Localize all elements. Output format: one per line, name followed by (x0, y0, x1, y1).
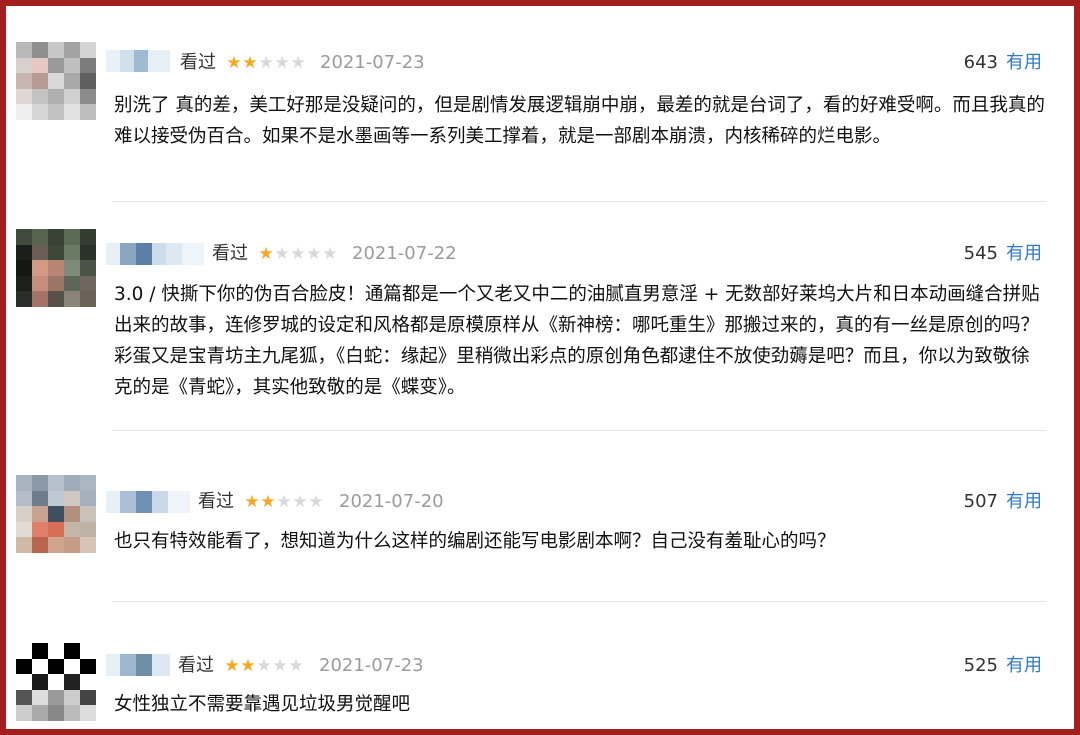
star-filled-icon: ★ (258, 244, 274, 264)
vote-count: 545 (963, 243, 998, 264)
divider (112, 201, 1046, 202)
star-filled-icon: ★ (224, 656, 240, 676)
username-blurred[interactable] (106, 50, 170, 72)
comments-panel: 看过 ★ ★ ★ ★ ★ 2021-07-23 643 有用 别洗了 真的差，美… (0, 0, 1080, 735)
watch-status: 看过 (178, 655, 214, 676)
avatar[interactable] (16, 475, 96, 553)
vote-area: 643 有用 (964, 52, 1042, 74)
star-filled-icon: ★ (244, 492, 260, 512)
star-empty-icon: ★ (272, 656, 288, 676)
star-empty-icon: ★ (276, 492, 292, 512)
comment-date: 2021-07-23 (319, 655, 424, 676)
star-empty-icon: ★ (274, 244, 290, 264)
username-blurred[interactable] (106, 491, 190, 513)
vote-area: 545 有用 (964, 243, 1042, 265)
star-empty-icon: ★ (306, 244, 322, 264)
comment-date: 2021-07-22 (352, 243, 457, 264)
vote-count: 525 (963, 655, 998, 676)
star-filled-icon: ★ (260, 492, 276, 512)
star-empty-icon: ★ (288, 656, 304, 676)
rating-stars: ★ ★ ★ ★ ★ (224, 655, 304, 677)
star-empty-icon: ★ (256, 656, 272, 676)
star-empty-icon: ★ (258, 53, 274, 73)
star-empty-icon: ★ (290, 53, 306, 73)
rating-stars: ★ ★ ★ ★ ★ (226, 52, 306, 74)
comment-date: 2021-07-20 (339, 491, 444, 512)
username-blurred[interactable] (106, 243, 204, 265)
useful-button[interactable]: 有用 (1006, 655, 1042, 677)
watch-status: 看过 (212, 243, 248, 264)
avatar[interactable] (16, 229, 96, 307)
rating-stars: ★ ★ ★ ★ ★ (244, 491, 324, 513)
star-filled-icon: ★ (240, 656, 256, 676)
star-filled-icon: ★ (226, 53, 242, 73)
watch-status: 看过 (180, 52, 216, 73)
useful-button[interactable]: 有用 (1006, 491, 1042, 513)
star-empty-icon: ★ (322, 244, 338, 264)
avatar[interactable] (16, 643, 96, 721)
username-blurred[interactable] (106, 654, 170, 676)
star-filled-icon: ★ (242, 53, 258, 73)
comment-text: 别洗了 真的差，美工好那是没疑问的，但是剧情发展逻辑崩中崩，最差的就是台词了，看… (114, 95, 1045, 147)
comment-text: 女性独立不需要靠遇见垃圾男觉醒吧 (114, 694, 411, 715)
vote-area: 507 有用 (964, 491, 1042, 513)
star-empty-icon: ★ (290, 244, 306, 264)
vote-count: 507 (963, 491, 998, 512)
avatar[interactable] (16, 42, 96, 120)
star-empty-icon: ★ (292, 492, 308, 512)
star-empty-icon: ★ (308, 492, 324, 512)
watch-status: 看过 (198, 491, 234, 512)
useful-button[interactable]: 有用 (1006, 52, 1042, 74)
vote-count: 643 (963, 52, 998, 73)
rating-stars: ★ ★ ★ ★ ★ (258, 243, 338, 265)
star-empty-icon: ★ (274, 53, 290, 73)
comment-text: 3.0 / 快撕下你的伪百合脸皮！通篇都是一个又老又中二的油腻直男意淫 + 无数… (114, 284, 1040, 398)
divider (112, 430, 1046, 431)
comment-date: 2021-07-23 (320, 52, 425, 73)
vote-area: 525 有用 (964, 655, 1042, 677)
divider (112, 601, 1046, 602)
comment-text: 也只有特效能看了，想知道为什么这样的编剧还能写电影剧本啊？自己没有羞耻心的吗？ (114, 531, 836, 552)
useful-button[interactable]: 有用 (1006, 243, 1042, 265)
